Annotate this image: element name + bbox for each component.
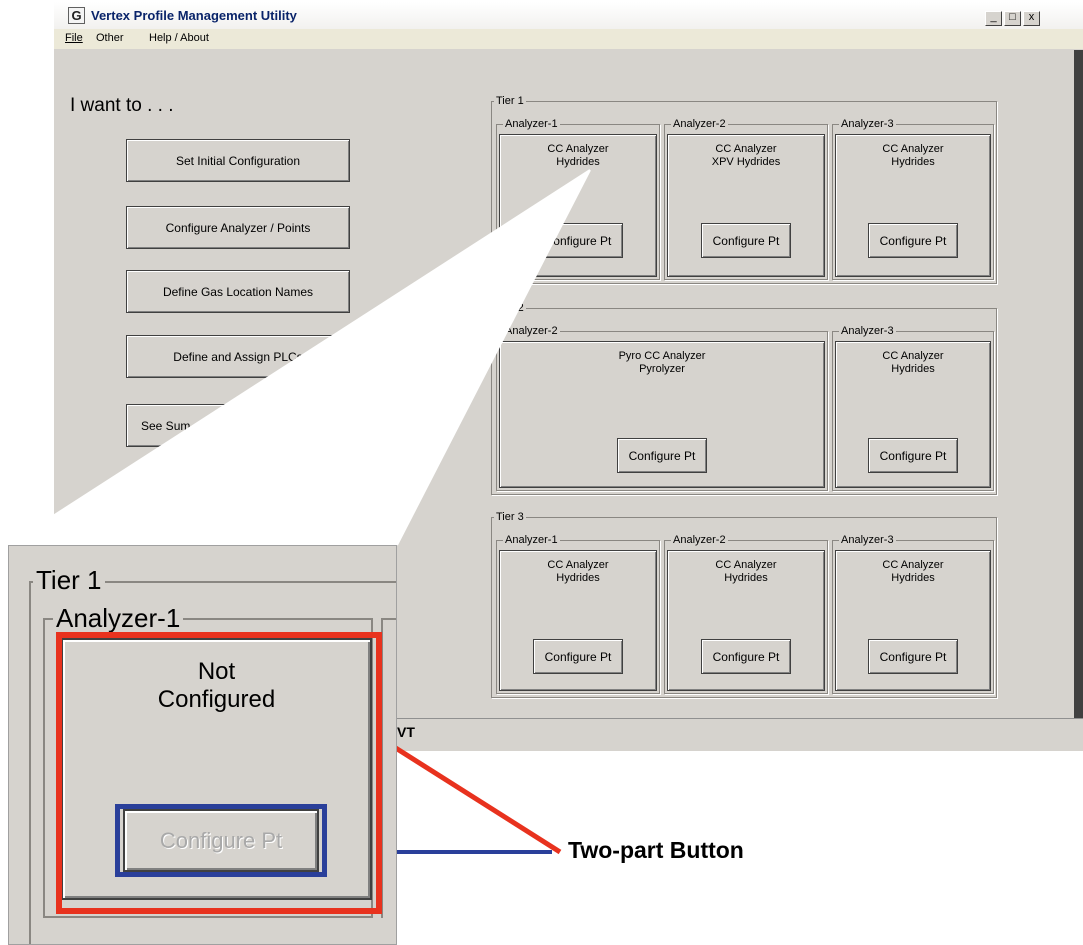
zoom-analyzer-label: Analyzer-1 (53, 604, 184, 632)
blue-highlight-outline (115, 804, 327, 877)
zoom-analyzer-2-box-edge (381, 618, 396, 918)
red-callout-line (370, 730, 562, 855)
zoomed-detail-panel: Tier 1 Analyzer-1 Not Configured Configu… (8, 545, 397, 945)
zoom-tier-label: Tier 1 (33, 566, 105, 594)
two-part-button-callout-label: Two-part Button (568, 837, 744, 863)
